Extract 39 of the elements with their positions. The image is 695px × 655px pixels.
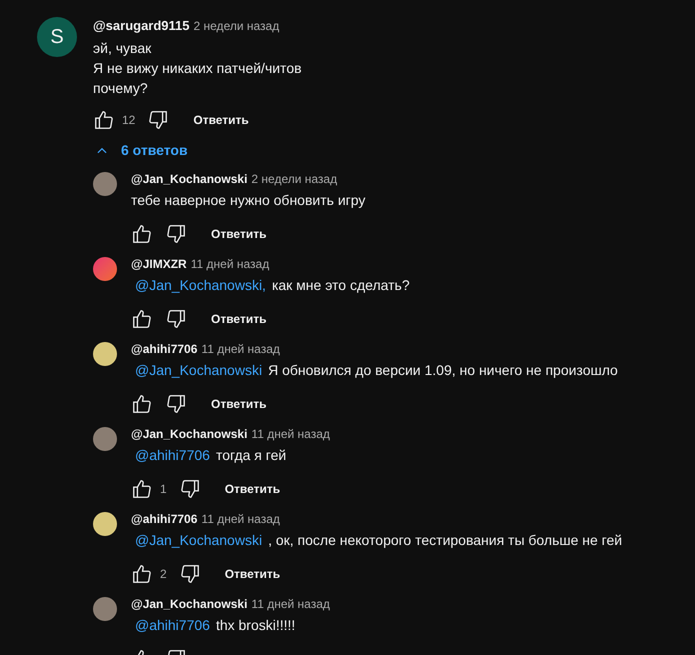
like-count: 12 xyxy=(122,112,136,129)
mention-link[interactable]: @Jan_Kochanowski xyxy=(131,360,262,380)
comment-text-line: Я не вижу никаких патчей/читов xyxy=(93,59,303,78)
comment-time[interactable]: 11 дней назад xyxy=(201,510,280,528)
comment-time[interactable]: 2 недели назад xyxy=(251,170,338,188)
comment-time[interactable]: 2 недели назад xyxy=(194,17,280,35)
comment-text-line: эй, чувак xyxy=(93,39,152,58)
comment-text-line: почему? xyxy=(93,79,149,98)
author-name[interactable]: @Jan_Kochanowski xyxy=(131,425,248,443)
comment-time[interactable]: 11 дней назад xyxy=(251,595,330,613)
reply-button[interactable]: Ответить xyxy=(187,109,255,131)
reply-text: Я обновился до версии 1.09, но ничего не произошло xyxy=(268,361,618,380)
mention-link[interactable]: @ahihi7706 xyxy=(131,615,210,635)
mention-link[interactable]: @Jan_Kochanowski, xyxy=(131,275,266,295)
replies-toggle[interactable]: 6 ответов xyxy=(93,140,188,161)
reply-text: , ок, после некоторого тестирования ты больше не гей xyxy=(268,531,622,550)
like-count: 1 xyxy=(160,481,167,498)
author-name[interactable]: @sarugard9115 xyxy=(93,17,190,35)
author-name[interactable]: @Jan_Kochanowski xyxy=(131,170,248,188)
reply-text: как мне это сделать? xyxy=(272,276,410,295)
reply-button[interactable]: Ответить xyxy=(218,478,286,500)
comment-time[interactable]: 11 дней назад xyxy=(251,425,330,443)
reply-button[interactable]: Ответить xyxy=(205,308,272,330)
comment-time[interactable]: 11 дней назад xyxy=(201,340,280,358)
reply-button[interactable]: Ответить xyxy=(218,563,286,585)
mention-link[interactable]: @ahihi7706 xyxy=(131,445,210,465)
author-name[interactable]: @ahihi7706 xyxy=(131,510,198,528)
author-name[interactable]: @ahihi7706 xyxy=(131,340,198,358)
reply-text: thx broski!!!!! xyxy=(216,616,296,635)
avatar-letter[interactable]: S xyxy=(37,17,77,57)
mention-link[interactable]: @Jan_Kochanowski xyxy=(131,530,262,550)
reply-text: тебе наверное нужно обновить игру xyxy=(131,191,366,210)
reply-text: тогда я гей xyxy=(216,446,286,465)
reply-button[interactable]: Ответить xyxy=(205,393,272,415)
author-name[interactable]: @JIMXZR xyxy=(131,255,187,273)
like-count: 2 xyxy=(160,566,167,583)
reply-button[interactable]: Ответить xyxy=(205,223,272,245)
comment-time[interactable]: 11 дней назад xyxy=(190,255,270,273)
author-name[interactable]: @Jan_Kochanowski xyxy=(131,595,248,613)
